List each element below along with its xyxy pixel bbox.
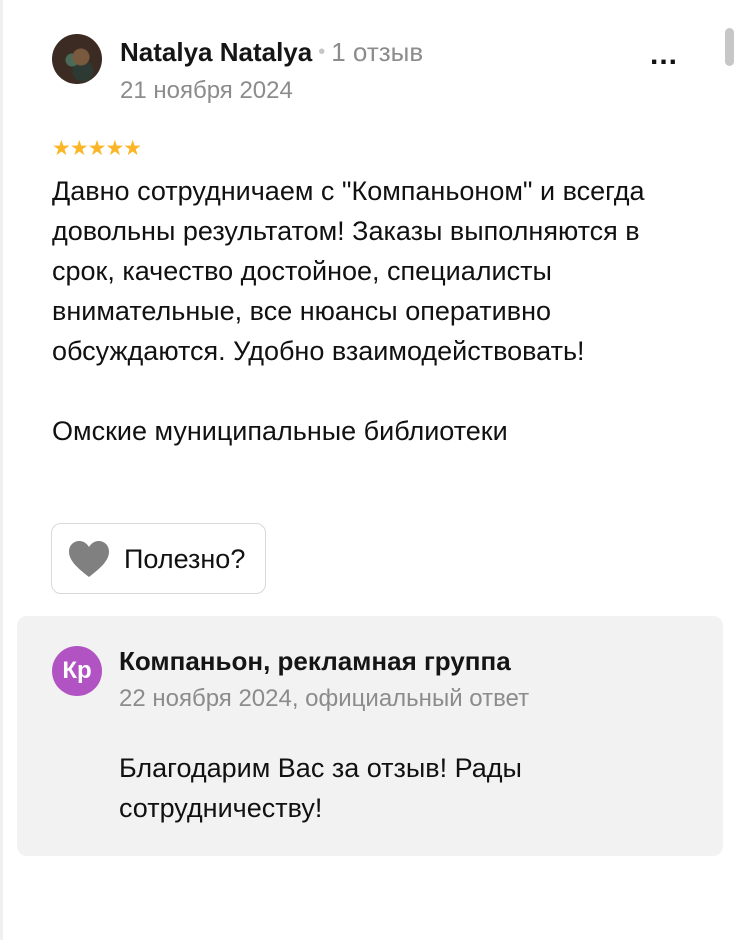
business-answer: Кр Компаньон, рекламная группа 22 ноября…	[17, 616, 723, 856]
rating-stars: ★★★★★	[52, 137, 142, 160]
review-text-paragraph: Омские муниципальные библиотеки	[52, 416, 508, 446]
author-name[interactable]: Natalya Natalya	[120, 37, 312, 67]
author-review-count: 1 отзыв	[331, 37, 424, 67]
more-dots-icon[interactable]: ...	[638, 40, 690, 76]
useful-button[interactable]: Полезно?	[51, 523, 266, 594]
separator-dot: •	[318, 41, 326, 63]
review-card: Natalya Natalya • 1 отзыв 21 ноября 2024 .…	[0, 0, 740, 940]
business-name[interactable]: Компаньон, рекламная группа	[119, 645, 511, 677]
business-avatar[interactable]: Кр	[52, 646, 102, 696]
review-text-paragraph: Давно сотрудничаем с "Компаньоном" и все…	[52, 176, 645, 366]
author-line: Natalya Natalya • 1 отзыв	[120, 36, 423, 68]
review-date: 21 ноября 2024	[120, 77, 293, 104]
business-answer-text: Благодарим Вас за отзыв! Рады сотрудниче…	[119, 753, 522, 823]
useful-button-label: Полезно?	[124, 543, 246, 574]
author-avatar[interactable]	[52, 34, 102, 84]
review-text: Давно сотрудничаем с "Компаньоном" и все…	[52, 171, 692, 451]
heart-icon	[68, 540, 110, 578]
business-answer-meta: 22 ноября 2024, официальный ответ	[119, 685, 530, 712]
